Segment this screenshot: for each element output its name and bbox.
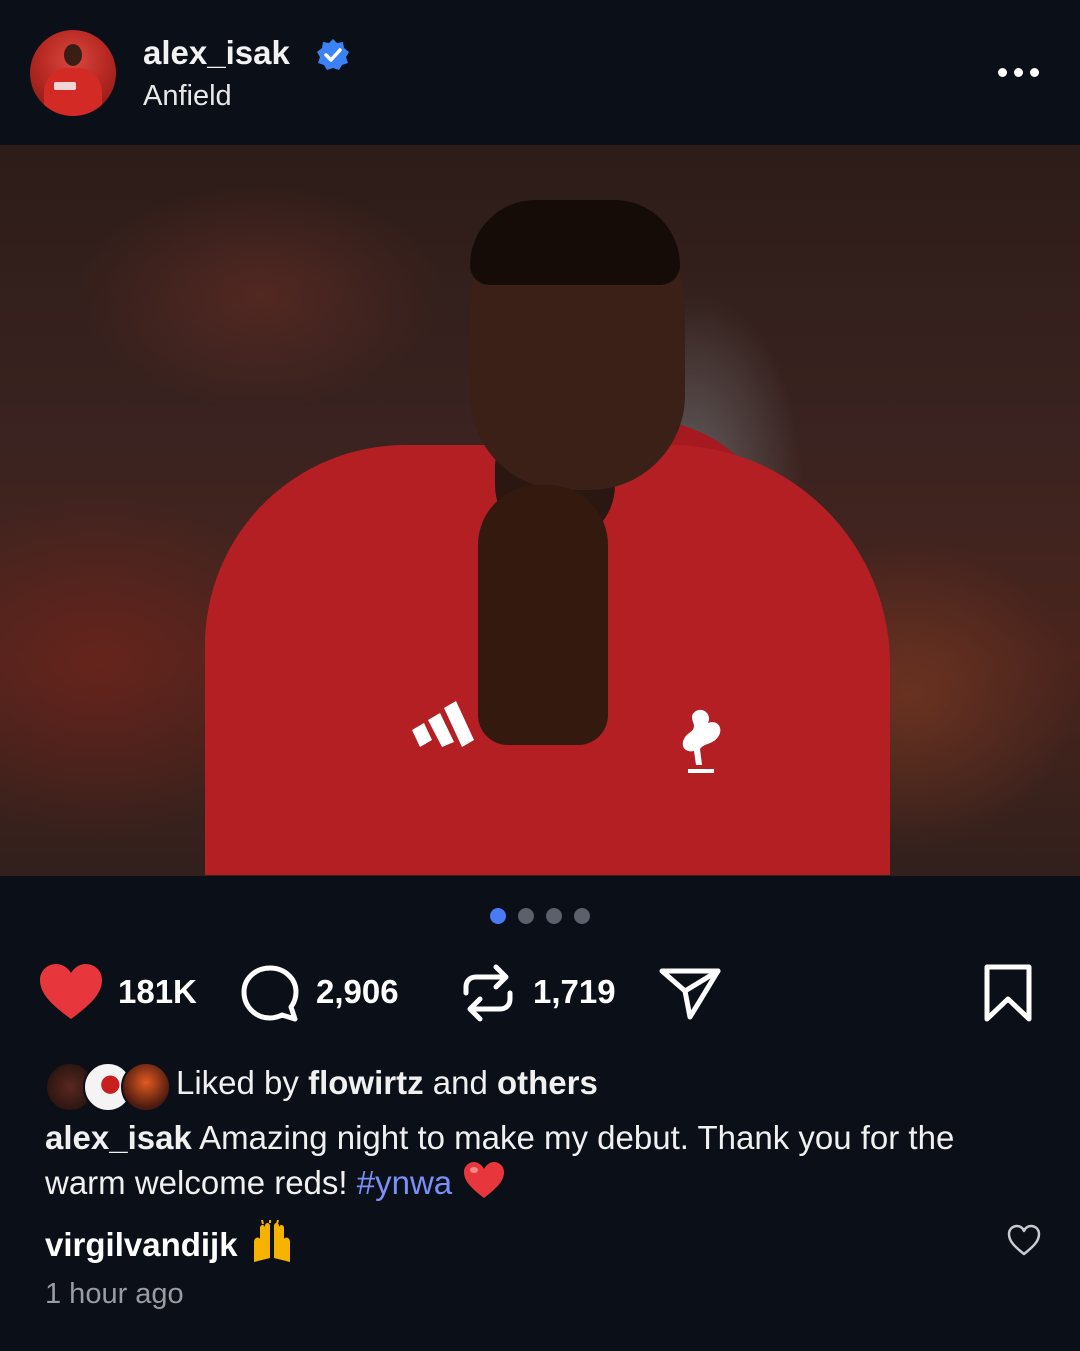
repost-count[interactable]: 1,719 xyxy=(533,973,616,1011)
liked-by-and: and xyxy=(423,1064,497,1101)
avatar-head xyxy=(64,44,82,66)
post-caption: alex_isak Amazing night to make my debut… xyxy=(45,1116,1035,1205)
carousel-indicator xyxy=(490,908,600,928)
verified-badge-icon xyxy=(317,39,349,70)
avatar-jersey xyxy=(44,68,102,116)
hair xyxy=(470,200,680,285)
liker-avatar xyxy=(121,1062,171,1112)
liked-by-others[interactable]: others xyxy=(497,1064,598,1101)
liked-by-text[interactable]: Liked by flowirtz and others xyxy=(176,1064,598,1102)
club-crest-icon xyxy=(682,709,721,773)
comment-count[interactable]: 2,906 xyxy=(316,973,399,1011)
post-location[interactable]: Anfield xyxy=(143,80,232,113)
avatar-sponsor xyxy=(54,82,76,90)
comment-username[interactable]: virgilvandijk xyxy=(45,1226,238,1263)
comment-bubble-icon[interactable] xyxy=(240,964,300,1022)
post-timestamp: 1 hour ago xyxy=(45,1278,184,1310)
carousel-dot-active[interactable] xyxy=(490,908,506,924)
caption-hashtag[interactable]: #ynwa xyxy=(357,1164,452,1201)
top-comment: virgilvandijk xyxy=(45,1220,296,1264)
profile-avatar[interactable] xyxy=(30,30,116,116)
caption-username[interactable]: alex_isak xyxy=(45,1119,192,1156)
three-stripes-logo-icon xyxy=(412,701,474,747)
red-heart-emoji-icon xyxy=(464,1162,505,1198)
post-header: alex_isak Anfield xyxy=(0,0,1080,145)
like-count[interactable]: 181K xyxy=(118,973,197,1011)
post-username[interactable]: alex_isak xyxy=(143,34,290,72)
more-options-icon[interactable] xyxy=(992,50,1048,90)
carousel-dot[interactable] xyxy=(546,908,562,924)
liked-by-prefix: Liked by xyxy=(176,1064,309,1101)
bookmark-icon[interactable] xyxy=(982,963,1034,1023)
praying-hands xyxy=(478,485,608,745)
carousel-dot[interactable] xyxy=(518,908,534,924)
repost-icon[interactable] xyxy=(458,963,518,1023)
comment-like-heart-icon[interactable] xyxy=(1006,1223,1042,1257)
action-bar: 181K 2,906 1,719 xyxy=(0,955,1080,1035)
carousel-dot[interactable] xyxy=(574,908,590,924)
heart-filled-icon[interactable] xyxy=(38,963,104,1021)
liked-by-user[interactable]: flowirtz xyxy=(308,1064,423,1101)
raising-hands-emoji-icon xyxy=(253,1220,290,1262)
post-image[interactable] xyxy=(0,145,1080,876)
send-icon[interactable] xyxy=(658,965,722,1021)
